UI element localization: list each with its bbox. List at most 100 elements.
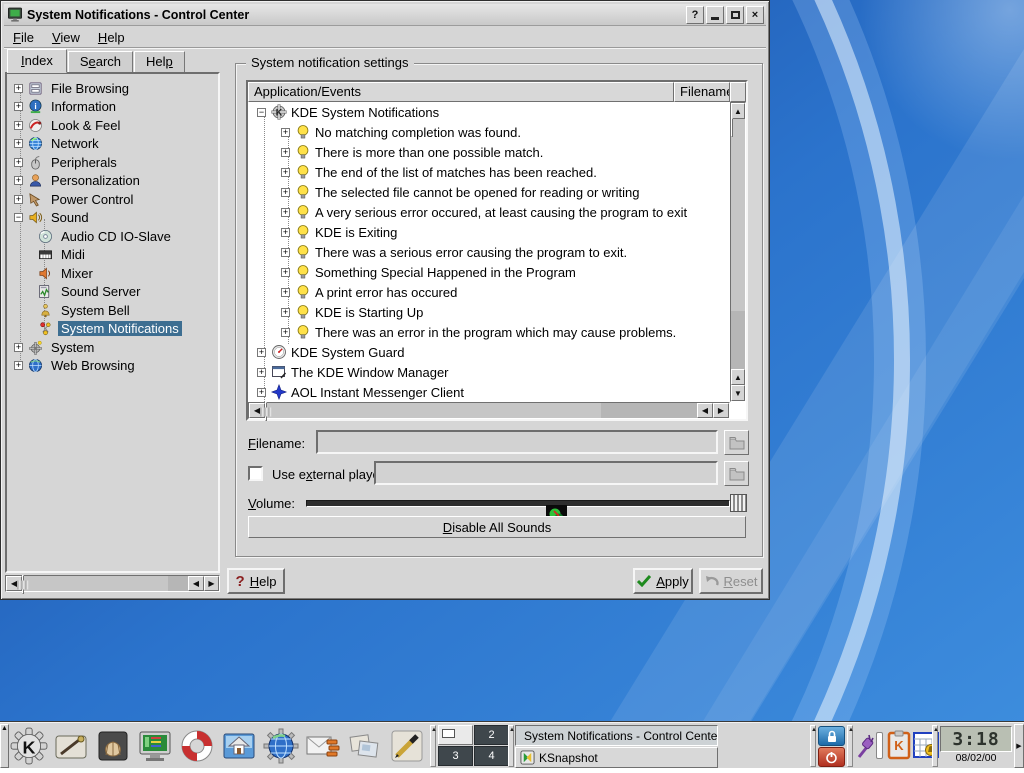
scroll-left-button-2[interactable]: ◀ [697, 403, 713, 418]
scrollbar-thumb[interactable] [731, 118, 733, 137]
sidebar-item-mixer[interactable]: Mixer [7, 264, 218, 283]
scrollbar-track[interactable] [601, 403, 697, 418]
applet-handle[interactable]: ▲ [810, 725, 816, 767]
sidebar-item-system-notifications[interactable]: System Notifications [7, 320, 218, 339]
task-button-ksnapshot[interactable]: KSnapshot [515, 747, 718, 768]
sidebar-item-midi[interactable]: Midi [7, 246, 218, 265]
event-row[interactable]: + KDE is Starting Up [248, 302, 730, 322]
column-application-events[interactable]: Application/Events [248, 82, 674, 102]
logout-button[interactable] [818, 747, 845, 767]
expander-icon[interactable]: + [281, 328, 290, 337]
expander-icon[interactable]: + [257, 348, 266, 357]
titlebar-help-button[interactable]: ? [686, 6, 704, 24]
minimize-button[interactable] [706, 6, 724, 24]
sidebar-item-look-feel[interactable]: + Look & Feel [7, 116, 218, 135]
expander-icon[interactable]: + [281, 308, 290, 317]
volume-slider-handle[interactable] [730, 494, 747, 512]
event-row[interactable]: + There was a serious error causing the … [248, 242, 730, 262]
tray-separator-bar[interactable] [876, 732, 883, 759]
expander-icon[interactable]: + [257, 368, 266, 377]
pager-desktop-3[interactable]: 3 [438, 746, 473, 766]
expander-icon[interactable]: + [281, 128, 290, 137]
sidebar-horizontal-scrollbar[interactable]: ◀ ◀ ▶ [5, 575, 220, 592]
close-button[interactable]: × [746, 6, 764, 24]
expander-icon[interactable]: + [14, 343, 23, 352]
scrollbar-thumb[interactable] [265, 402, 267, 421]
stamps-button[interactable] [345, 726, 385, 766]
tray-plug-icon[interactable] [855, 731, 875, 766]
event-row[interactable]: + No matching completion was found. [248, 122, 730, 142]
k-menu-button[interactable]: K [9, 726, 49, 766]
expander-icon[interactable]: + [14, 176, 23, 185]
sidebar-item-peripherals[interactable]: + Peripherals [7, 153, 218, 172]
scroll-up-button-2[interactable]: ▲ [731, 369, 745, 385]
titlebar[interactable]: System Notifications - Control Center ? … [4, 4, 766, 26]
collapse-icon[interactable]: − [257, 108, 266, 117]
sidebar-item-sound[interactable]: − Sound [7, 209, 218, 228]
expander-icon[interactable]: + [281, 288, 290, 297]
lock-screen-button[interactable] [818, 726, 845, 746]
expander-icon[interactable]: + [281, 168, 290, 177]
app-row-aim-client[interactable]: + AOL Instant Messenger Client [248, 382, 730, 402]
expander-icon[interactable]: + [14, 361, 23, 370]
pager-desktop-2[interactable]: 2 [474, 725, 509, 745]
sidebar-item-file-browsing[interactable]: + File Browsing [7, 79, 218, 98]
external-player-input[interactable] [374, 461, 718, 485]
collapse-icon[interactable]: − [14, 213, 23, 222]
expander-icon[interactable]: + [14, 195, 23, 204]
event-row[interactable]: + A very serious error occured, at least… [248, 202, 730, 222]
menu-file[interactable]: File [4, 28, 43, 47]
sidebar-item-system-bell[interactable]: System Bell [7, 301, 218, 320]
menu-help[interactable]: Help [89, 28, 134, 47]
konsole-button[interactable] [93, 726, 133, 766]
app-row-window-manager[interactable]: + The KDE Window Manager [248, 362, 730, 382]
pager-desktop-1[interactable] [438, 725, 473, 745]
sidebar-item-audio-cd[interactable]: Audio CD IO-Slave [7, 227, 218, 246]
help-launcher-button[interactable] [177, 726, 217, 766]
column-filename[interactable]: Filename [674, 82, 730, 102]
scroll-right-button[interactable]: ▶ [713, 403, 729, 418]
volume-slider-groove[interactable] [306, 500, 730, 507]
app-row-system-guard[interactable]: + KDE System Guard [248, 342, 730, 362]
expander-icon[interactable]: + [281, 268, 290, 277]
filename-browse-button[interactable] [724, 430, 749, 455]
home-folder-button[interactable] [219, 726, 259, 766]
sidebar-item-system[interactable]: + System [7, 338, 218, 357]
expander-icon[interactable]: + [14, 84, 23, 93]
applet-handle[interactable]: ▲ [430, 725, 436, 767]
help-button[interactable]: ? Help [227, 568, 285, 594]
applet-handle[interactable]: ▲ [847, 725, 853, 767]
panel-hide-left-button[interactable]: ▲ [0, 724, 9, 768]
expander-icon[interactable]: + [281, 228, 290, 237]
apply-button[interactable]: Apply [633, 568, 693, 594]
konqueror-button[interactable] [261, 726, 301, 766]
expander-icon[interactable]: + [281, 148, 290, 157]
list-horizontal-scrollbar[interactable]: ◀ ◀ ▶ [248, 402, 730, 419]
expander-icon[interactable]: + [281, 208, 290, 217]
applet-handle[interactable]: ▲ [508, 725, 514, 767]
scroll-down-button[interactable]: ▼ [731, 385, 745, 401]
event-row[interactable]: + Something Special Happened in the Prog… [248, 262, 730, 282]
list-root-kde-system-notifications[interactable]: − K KDE System Notifications [248, 102, 730, 122]
event-row[interactable]: + There was an error in the program whic… [248, 322, 730, 342]
scrollbar-track[interactable] [168, 576, 188, 591]
expander-icon[interactable]: + [14, 158, 23, 167]
maximize-button[interactable] [726, 6, 744, 24]
event-row[interactable]: + The end of the list of matches has bee… [248, 162, 730, 182]
scroll-right-button[interactable]: ▶ [204, 576, 219, 591]
use-external-player-checkbox[interactable] [248, 466, 263, 481]
event-row[interactable]: + There is more than one possible match. [248, 142, 730, 162]
sidebar-item-web-browsing[interactable]: + Web Browsing [7, 357, 218, 376]
event-row[interactable]: + KDE is Exiting [248, 222, 730, 242]
tab-help[interactable]: Help [134, 51, 185, 73]
pager-desktop-4[interactable]: 4 [474, 746, 509, 766]
display-settings-button[interactable] [135, 726, 175, 766]
pen-button[interactable] [387, 726, 427, 766]
list-vertical-scrollbar[interactable]: ▲ ▲ ▼ [730, 102, 746, 402]
tab-index[interactable]: Index [7, 49, 67, 73]
sidebar-item-personalization[interactable]: + Personalization [7, 172, 218, 191]
filename-input[interactable] [316, 430, 718, 454]
scrollbar-track[interactable] [731, 311, 745, 369]
task-button-control-center[interactable]: System Notifications - Control Cente [515, 725, 718, 746]
reset-button[interactable]: Reset [699, 568, 763, 594]
